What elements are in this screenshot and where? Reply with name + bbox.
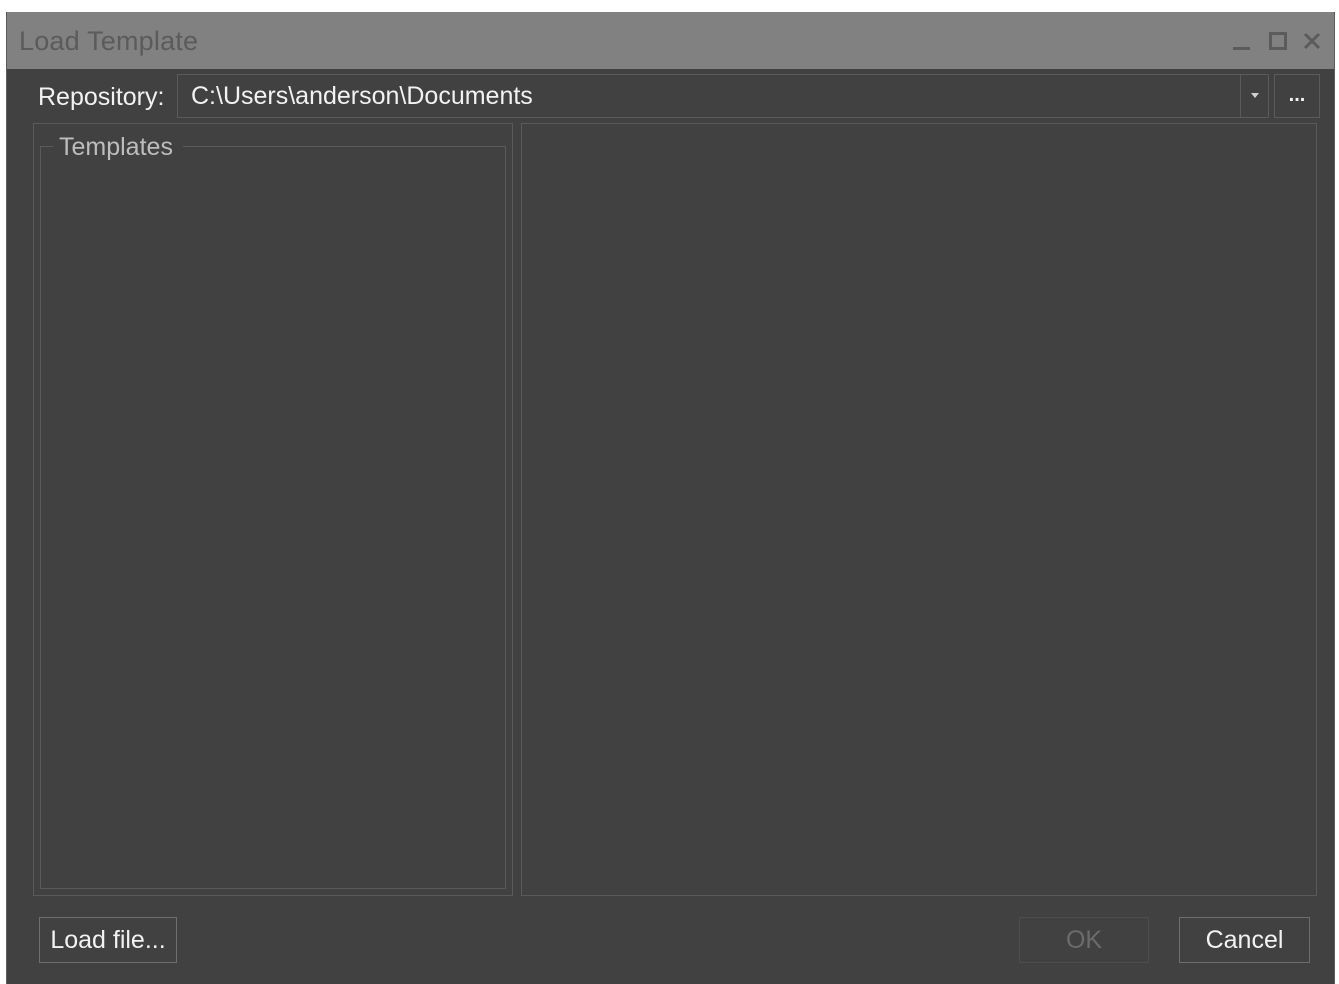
ok-button[interactable]: OK — [1019, 917, 1149, 963]
templates-list[interactable] — [41, 161, 505, 888]
close-button[interactable] — [1301, 30, 1323, 52]
minimize-icon — [1233, 47, 1250, 50]
minimize-button[interactable] — [1230, 30, 1252, 52]
cancel-button[interactable]: Cancel — [1179, 917, 1310, 963]
template-preview-panel — [521, 123, 1317, 896]
repository-path-input[interactable] — [178, 75, 1238, 117]
maximize-button[interactable] — [1267, 30, 1289, 52]
close-icon — [1303, 32, 1321, 50]
load-template-dialog: Load Template Repository: ... — [6, 12, 1335, 984]
load-file-button[interactable]: Load file... — [39, 917, 177, 963]
repository-combobox[interactable] — [177, 74, 1269, 118]
window-title: Load Template — [19, 26, 199, 56]
templates-group-title: Templates — [53, 133, 183, 162]
maximize-icon — [1269, 32, 1287, 50]
chevron-down-icon — [1251, 93, 1259, 98]
repository-dropdown-button[interactable] — [1240, 75, 1268, 117]
title-bar[interactable]: Load Template — [7, 12, 1334, 69]
browse-repository-button[interactable]: ... — [1274, 74, 1320, 118]
templates-panel: Templates — [33, 123, 513, 896]
templates-groupbox: Templates — [40, 133, 506, 889]
repository-label: Repository: — [38, 83, 165, 111]
